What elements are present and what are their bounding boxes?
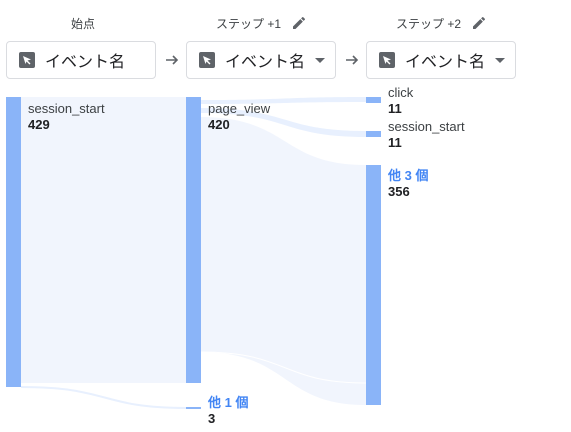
- node-label-session-start-2: session_start 11: [388, 119, 465, 151]
- flow-start-to-other1: [20, 386, 187, 409]
- path-flow-diagram: [6, 97, 381, 409]
- node-bar-other-1[interactable]: [186, 407, 201, 409]
- node-label-session-start: session_start 429: [28, 101, 105, 133]
- node-label-other-1[interactable]: 他 1 個 3: [208, 395, 248, 427]
- event-count: 356: [388, 184, 410, 199]
- node-label-click: click 11: [388, 85, 413, 117]
- node-bar-page-view[interactable]: [186, 97, 201, 383]
- event-count: 420: [208, 117, 230, 132]
- event-name: click: [388, 85, 414, 100]
- node-label-page-view: page_view 420: [208, 101, 270, 133]
- event-name: session_start: [28, 101, 105, 116]
- event-count: 11: [388, 135, 402, 150]
- event-count: 429: [28, 117, 50, 132]
- event-count: 11: [388, 101, 402, 116]
- node-bar-click[interactable]: [366, 97, 381, 103]
- flow-pageview-to-other3: [200, 117, 366, 405]
- event-name: session_start: [388, 119, 465, 134]
- node-bar-session-start-2[interactable]: [366, 131, 381, 137]
- node-bar-session-start[interactable]: [6, 97, 21, 387]
- flow-start-to-pageview: [21, 97, 186, 383]
- other-events-link[interactable]: 他 3 個: [388, 168, 428, 184]
- node-label-other-3[interactable]: 他 3 個 356: [388, 168, 428, 200]
- node-bar-other-3[interactable]: [366, 165, 381, 405]
- other-events-link[interactable]: 他 1 個: [208, 395, 248, 411]
- event-name: page_view: [208, 101, 271, 116]
- event-count: 3: [208, 411, 216, 426]
